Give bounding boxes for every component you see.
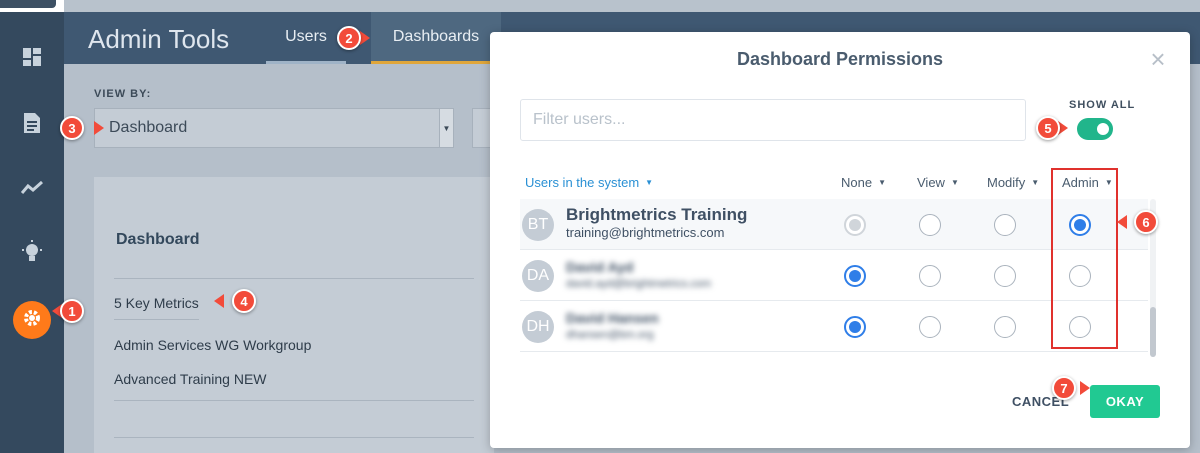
dashboard-list-panel: Dashboard 5 Key Metrics Admin Services W… (94, 177, 494, 453)
callout-badge: 7 (1052, 376, 1076, 400)
user-email: training@brightmetrics.com (566, 225, 725, 240)
admin-column-highlight (1051, 168, 1118, 349)
sidebar (0, 0, 64, 453)
avatar: DH (522, 311, 554, 343)
caret-down-icon: ▼ (645, 178, 654, 187)
callout-badge: 6 (1134, 210, 1158, 234)
tab-dashboards[interactable]: Dashboards (371, 12, 501, 64)
avatar: BT (522, 209, 554, 241)
callout-pointer (360, 31, 370, 45)
app-logo[interactable] (0, 0, 64, 12)
callout-pointer (94, 121, 104, 135)
column-header-modify-label: Modify (987, 175, 1026, 190)
divider (114, 319, 199, 320)
modal-title: Dashboard Permissions (736, 49, 944, 69)
tab-users[interactable]: Users (266, 12, 346, 64)
dropdown-arrow-icon[interactable]: ▼ (439, 109, 453, 147)
radio-view[interactable] (919, 316, 941, 338)
user-name: David Hansen (566, 310, 659, 326)
radio-none[interactable] (844, 214, 866, 236)
radio-modify[interactable] (994, 265, 1016, 287)
view-by-select[interactable]: Dashboard ▼ (94, 108, 454, 148)
dashboard-icon[interactable] (20, 45, 44, 69)
caret-down-icon: ▼ (878, 178, 886, 187)
avatar: DA (522, 260, 554, 292)
callout-badge: 4 (232, 289, 256, 313)
radio-none[interactable] (844, 316, 866, 338)
callout-pointer (214, 294, 224, 308)
radio-view[interactable] (919, 214, 941, 236)
caret-down-icon: ▼ (950, 178, 959, 187)
callout-badge: 1 (60, 299, 84, 323)
column-header-modify[interactable]: Modify ▼ (987, 175, 1039, 190)
user-email: dhansen@bm.org (566, 329, 654, 341)
user-name: Brightmetrics Training (566, 205, 748, 224)
dashboard-item[interactable]: Advanced Training NEW (114, 371, 267, 387)
column-header-users[interactable]: Users in the system ▼ (525, 175, 653, 190)
dashboard-list-heading: Dashboard (116, 231, 200, 248)
page-title: Admin Tools (88, 24, 230, 54)
column-header-users-label: Users in the system (525, 175, 640, 190)
column-header-none-label: None (841, 175, 873, 190)
gear-icon (22, 308, 42, 333)
divider (114, 278, 474, 279)
okay-button[interactable]: OKAY (1090, 385, 1160, 418)
scrollbar-thumb[interactable] (1150, 307, 1156, 357)
user-name: David Ayd (566, 259, 634, 275)
document-icon[interactable] (20, 111, 44, 135)
caret-down-icon: ▼ (1031, 178, 1040, 187)
view-by-value: Dashboard (109, 119, 188, 136)
divider (114, 437, 474, 438)
filter-users-input[interactable] (520, 99, 1026, 141)
column-header-view[interactable]: View ▼ (917, 175, 959, 190)
dashboard-item[interactable]: 5 Key Metrics (114, 295, 199, 311)
callout-badge: 3 (60, 116, 84, 140)
column-header-none[interactable]: None ▼ (841, 175, 886, 190)
close-icon[interactable]: × (1146, 46, 1170, 72)
radio-view[interactable] (919, 265, 941, 287)
callout-badge: 5 (1036, 116, 1060, 140)
callout-pointer (1117, 215, 1127, 229)
show-all-toggle[interactable] (1077, 118, 1113, 140)
show-all-label: SHOW ALL (1069, 99, 1136, 111)
callout-pointer (1080, 381, 1090, 395)
column-header-view-label: View (917, 175, 945, 190)
user-email: david.ayd@brightmetrics.com (566, 278, 712, 290)
radio-modify[interactable] (994, 214, 1016, 236)
trend-icon[interactable] (20, 176, 44, 200)
divider (114, 400, 474, 401)
lightbulb-icon[interactable] (20, 240, 44, 264)
radio-none[interactable] (844, 265, 866, 287)
dashboard-item[interactable]: Admin Services WG Workgroup (114, 337, 311, 353)
callout-badge: 2 (337, 26, 361, 50)
radio-modify[interactable] (994, 316, 1016, 338)
view-by-label: VIEW BY: (94, 88, 152, 100)
settings-button[interactable] (13, 301, 51, 339)
